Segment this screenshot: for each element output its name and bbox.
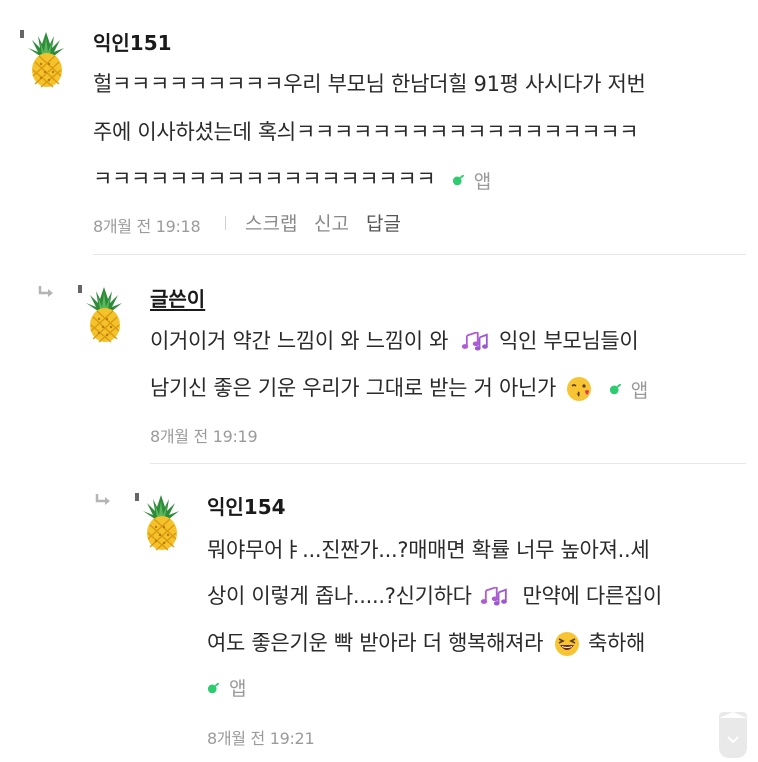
music-notes-icon — [460, 332, 489, 352]
comment-text-row: ㅋㅋㅋㅋㅋㅋㅋㅋㅋㅋㅋㅋㅋㅋㅋㅋㅋㅋ 앱 — [93, 163, 491, 194]
app-label: 앱 — [630, 379, 648, 402]
app-label: 앱 — [473, 170, 491, 193]
comment-text-line: 여도 좋은기운 빡 받아라 더 행복해져라 — [207, 631, 544, 655]
comment-text-row: 여도 좋은기운 빡 받아라 더 행복해져라 축하해 — [207, 627, 645, 657]
reply-arrow-icon — [95, 493, 112, 507]
comment-text-line: 축하해 — [587, 631, 646, 655]
comment-author[interactable]: 익인151 — [93, 27, 172, 56]
app-tag: 앱 — [452, 167, 491, 194]
comment-timestamp: 8개월 전 19:19 — [150, 427, 258, 446]
comment-text-line: 만약에 다른집이 — [522, 584, 662, 608]
comment-text-line: ㅋㅋㅋㅋㅋㅋㅋㅋㅋㅋㅋㅋㅋㅋㅋㅋㅋㅋ — [93, 167, 436, 191]
comment-divider — [150, 463, 746, 464]
comment-text-line: 이거이거 약간 느낌이 와 느낌이 와 — [150, 329, 449, 353]
pineapple-avatar-icon — [78, 284, 123, 343]
comment-text-row: 상이 이렇게 좁나.....?신기하다 만약에 다른집이 — [207, 580, 662, 610]
app-label: 앱 — [229, 678, 247, 700]
chevron-down-icon — [719, 712, 747, 744]
laughing-emoji-icon — [554, 632, 579, 656]
comment-text-line: 주에 이사하셨는데 혹싀ㅋㅋㅋㅋㅋㅋㅋㅋㅋㅋㅋㅋㅋㅋㅋㅋㅋㅋ — [93, 120, 639, 144]
kiss-emoji-icon — [567, 377, 592, 401]
reply-arrow-icon — [38, 285, 55, 299]
comment-text-line: 상이 이렇게 좁나.....?신기하다 — [207, 584, 472, 608]
scroll-down-button[interactable] — [719, 712, 747, 758]
app-tag: 앱 — [207, 674, 246, 701]
comment-text-line: 남기신 좋은 기운 우리가 그대로 받는 거 아닌가 — [150, 376, 557, 400]
comment-divider — [93, 254, 746, 255]
meta-separator — [225, 216, 226, 230]
comment-text-row: 남기신 좋은 기운 우리가 그대로 받는 거 아닌가 앱 — [150, 372, 648, 403]
comment-text-line: 헐ㅋㅋㅋㅋㅋㅋㅋㅋㅋ우리 부모님 한남더힐 91평 사시다가 저번 — [93, 72, 646, 96]
comment-text-line: 익인 부모님들이 — [498, 329, 639, 353]
comment-timestamp: 8개월 전 19:18 — [93, 217, 201, 236]
app-leaf-icon — [207, 682, 220, 693]
comment-text-row: 이거이거 약간 느낌이 와 느낌이 와 익인 부모님들이 — [150, 325, 639, 355]
comment-author[interactable]: 익인154 — [207, 491, 286, 520]
comment-timestamp: 8개월 전 19:21 — [207, 729, 315, 748]
music-notes-icon — [480, 587, 508, 607]
app-leaf-icon — [452, 175, 464, 186]
comment-text-line: 뭐야무어ㅑ...진짠가...?매매면 확률 너무 높아져..세 — [207, 538, 650, 562]
app-tag: 앱 — [609, 376, 648, 403]
comment-text-row: 앱 — [207, 674, 246, 701]
app-leaf-icon — [609, 384, 622, 395]
report-button[interactable]: 신고 — [314, 209, 349, 236]
pineapple-avatar-icon — [20, 29, 65, 88]
scrap-button[interactable]: 스크랩 — [245, 209, 297, 236]
pineapple-avatar-icon — [135, 492, 180, 551]
reply-button[interactable]: 답글 — [366, 209, 401, 236]
comment-author[interactable]: 글쓴이 — [150, 283, 205, 312]
